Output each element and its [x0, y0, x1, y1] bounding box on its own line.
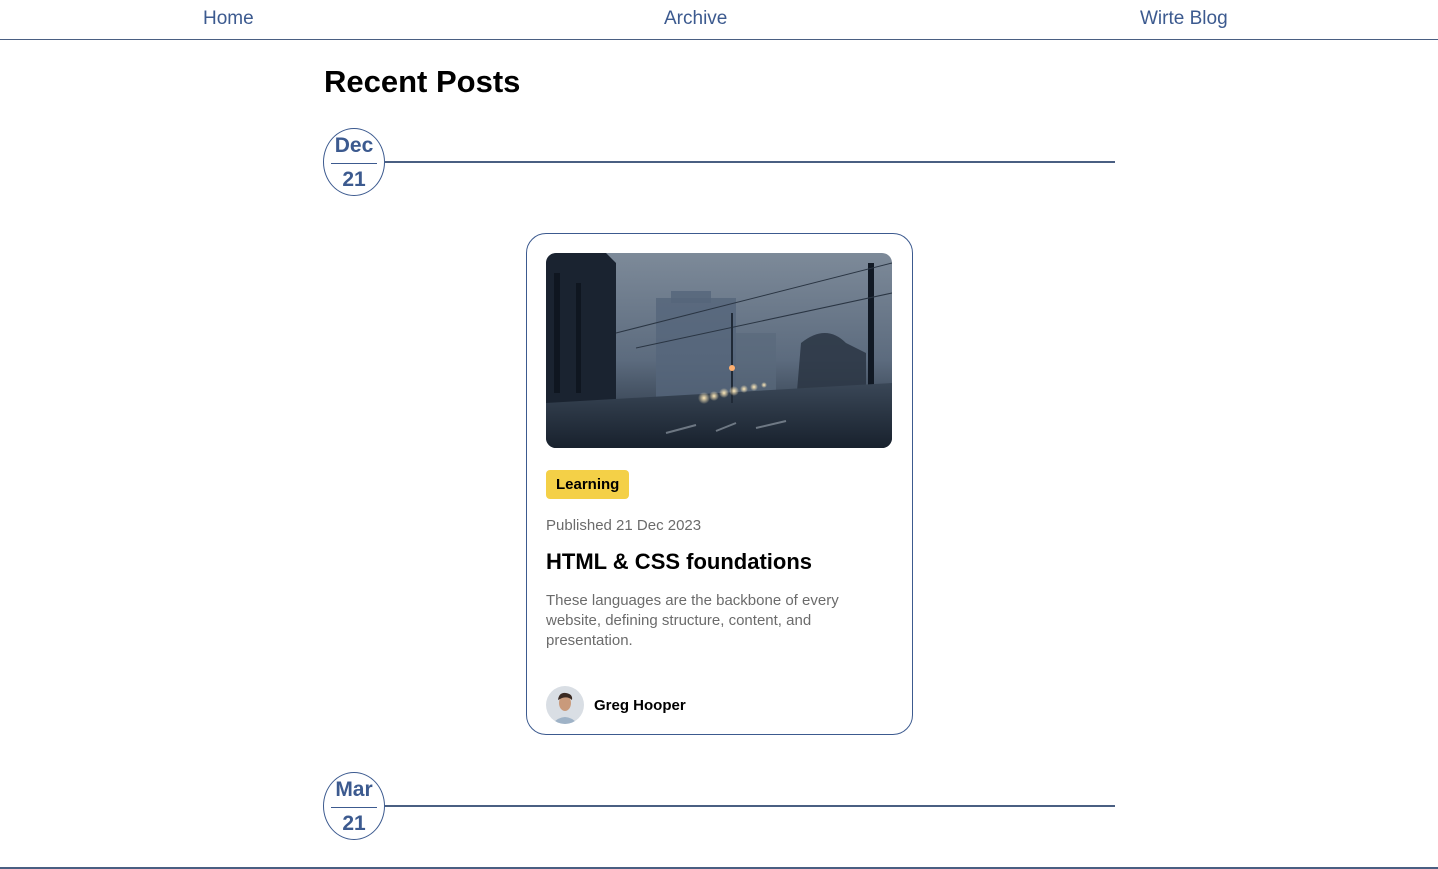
date-separator [331, 807, 377, 808]
nav-write-blog-link[interactable]: Wirte Blog [1140, 8, 1228, 30]
date-day: 21 [342, 168, 366, 191]
timeline-line [385, 805, 1115, 807]
date-divider-mar: Mar 21 [323, 772, 1115, 842]
post-title[interactable]: HTML & CSS foundations [546, 549, 812, 575]
date-divider-dec: Dec 21 [323, 128, 1115, 198]
author-portrait-image [546, 686, 584, 724]
post-excerpt: These languages are the backbone of ever… [546, 592, 839, 649]
date-badge: Mar 21 [323, 772, 385, 840]
post-thumbnail[interactable] [546, 253, 892, 448]
published-date: Published 21 Dec 2023 [546, 517, 702, 534]
nav-archive-link[interactable]: Archive [664, 8, 727, 30]
date-day: 21 [342, 812, 366, 835]
nav-home-link[interactable]: Home [203, 8, 254, 30]
date-month: Dec [334, 134, 374, 157]
date-separator [331, 163, 377, 164]
date-month: Mar [335, 778, 373, 801]
page-title: Recent Posts [324, 64, 521, 99]
category-tag[interactable]: Learning [546, 470, 630, 499]
post-card[interactable]: Learning Published 21 Dec 2023 HTML & CS… [526, 233, 913, 735]
top-nav: Home Archive Wirte Blog [0, 0, 1438, 40]
foggy-street-image [546, 253, 892, 448]
avatar [546, 686, 584, 724]
timeline-line [385, 161, 1115, 163]
date-badge: Dec 21 [323, 128, 385, 196]
author-name[interactable]: Greg Hooper [594, 697, 686, 714]
